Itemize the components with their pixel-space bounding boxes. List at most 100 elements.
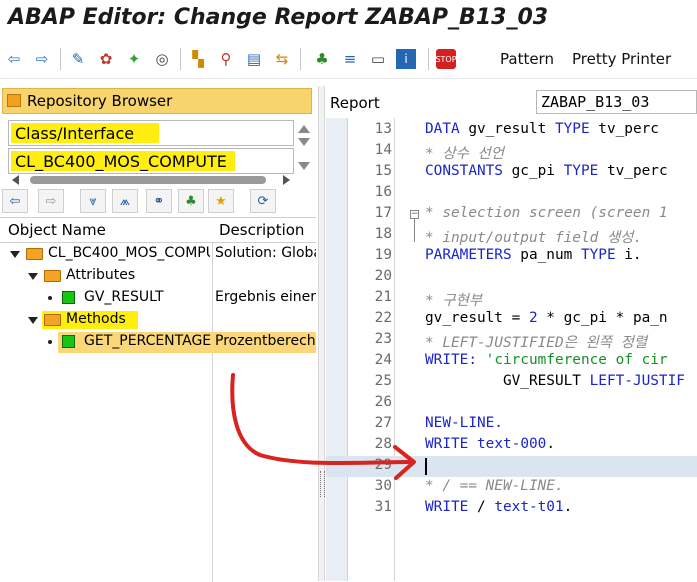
expand-toggle-icon[interactable] (28, 273, 38, 280)
code-line[interactable]: 24 WRITE: 'circumference of cir (326, 351, 697, 372)
code-text: GV_RESULT LEFT-JUSTIF (425, 373, 685, 389)
scroll-down-icon[interactable] (298, 162, 310, 170)
code-line[interactable]: 30 * / == NEW-LINE. (326, 477, 697, 498)
code-token: GV_RESULT (425, 373, 590, 389)
navigation-window-icon[interactable]: ⇆ (272, 49, 292, 69)
fold-toggle-icon[interactable]: − (410, 210, 419, 219)
tree-row-methods[interactable]: Methods (0, 309, 316, 331)
object-type-value: Class/Interface (15, 124, 135, 143)
insert-statement-icon[interactable]: ≡ (340, 49, 360, 69)
expand-toggle-icon[interactable] (10, 251, 20, 258)
code-token: WRITE (425, 499, 469, 515)
scroll-down-icon[interactable] (298, 138, 310, 146)
splitter-grip[interactable] (320, 471, 325, 497)
binoculars-icon[interactable]: ⚭ (146, 189, 172, 213)
line-number: 18 (374, 226, 392, 242)
report-name-field[interactable]: ZABAP_B13_03 (536, 90, 697, 114)
favorites-icon[interactable]: ★ (208, 189, 234, 213)
breakpoint-icon[interactable]: STOP (435, 49, 457, 69)
panel-splitter[interactable] (318, 86, 325, 581)
combo-scroll[interactable] (296, 122, 312, 178)
scroll-right-icon[interactable] (283, 175, 290, 185)
back-arrow-icon[interactable]: ⇦ (4, 49, 24, 69)
code-token: * LEFT-JUSTIFIED은 왼쪽 정렬 (425, 335, 648, 351)
test-icon[interactable]: ▚ (188, 49, 208, 69)
scroll-left-icon[interactable] (12, 175, 19, 185)
hierarchy-icon[interactable]: ♣ (178, 189, 204, 213)
code-line[interactable]: 26 (326, 393, 697, 414)
code-line[interactable]: 17 * selection screen (screen 1 (326, 204, 697, 225)
code-line[interactable]: 29 (326, 456, 697, 477)
object-list-icon[interactable]: ▤ (244, 49, 264, 69)
code-line[interactable]: 13 DATA gv_result TYPE tv_perc (326, 120, 697, 141)
window-title: ABAP Editor: Change Report ZABAP_B13_03 (8, 5, 549, 30)
help-icon[interactable]: ▭ (368, 49, 388, 69)
code-token: / (468, 499, 495, 515)
code-line[interactable]: 23 * LEFT-JUSTIFIED은 왼쪽 정렬 (326, 330, 697, 351)
code-text: WRITE: 'circumference of cir (425, 352, 668, 368)
line-number: 13 (374, 121, 392, 137)
expand-toggle-icon[interactable] (28, 317, 38, 324)
code-line[interactable]: 25 GV_RESULT LEFT-JUSTIF (326, 372, 697, 393)
code-line[interactable]: 28 WRITE text-000. (326, 435, 697, 456)
code-token: tv_perc (589, 121, 659, 137)
pattern-button[interactable]: Pattern (500, 50, 554, 68)
tree-row-attributes[interactable]: Attributes (0, 265, 316, 287)
object-type-dropdown[interactable]: Class/Interface (8, 120, 294, 146)
previous-object-icon[interactable]: ⇦ (2, 189, 28, 213)
column-header-object-name[interactable]: Object Name (8, 221, 106, 239)
code-text: * 상수 선언 (425, 142, 504, 163)
report-label: Report (330, 94, 380, 112)
object-name-input[interactable]: CL_BC400_MOS_COMPUTE (8, 148, 294, 174)
activate-icon[interactable]: ✦ (124, 49, 144, 69)
bullet (48, 296, 52, 300)
display-change-icon[interactable]: ✿ (96, 49, 116, 69)
info-icon[interactable]: i (396, 49, 416, 69)
code-line[interactable]: 22 gv_result = 2 * gc_pi * pa_n (326, 309, 697, 330)
other-object-icon[interactable]: ✎ (68, 49, 88, 69)
code-line[interactable]: 31 WRITE / text-t01. (326, 498, 697, 519)
forward-arrow-icon[interactable]: ⇨ (32, 49, 52, 69)
code-token: * 구현부 (425, 293, 483, 309)
tree-row-get-percentage[interactable]: GET_PERCENTAGE Prozentberechnung (0, 331, 316, 353)
code-line[interactable]: 15 CONSTANTS gc_pi TYPE tv_perc (326, 162, 697, 183)
code-token: * input/output field 생성. (425, 230, 643, 246)
code-text: CONSTANTS gc_pi TYPE tv_perc (425, 163, 668, 179)
code-text: * selection screen (screen 1 (425, 205, 668, 221)
code-line[interactable]: 18 * input/output field 생성. (326, 225, 697, 246)
refresh-icon[interactable]: ⟳ (250, 189, 276, 213)
line-number: 27 (374, 415, 392, 431)
tree-item-label: Attributes (66, 267, 136, 283)
horizontal-scrollbar[interactable] (8, 174, 294, 186)
repository-browser-header[interactable]: Repository Browser (2, 88, 312, 114)
attribute-icon (62, 291, 75, 304)
code-line[interactable]: 27 NEW-LINE. (326, 414, 697, 435)
next-object-icon[interactable]: ⇨ (38, 189, 64, 213)
line-number: 28 (374, 436, 392, 452)
code-token: text- (477, 436, 521, 452)
tree-row-gv-result[interactable]: GV_RESULT Ergebnis einer (0, 287, 316, 309)
expand-icon[interactable]: ⩕ (112, 189, 138, 213)
scroll-thumb[interactable] (30, 176, 266, 184)
code-line[interactable]: 19 PARAMETERS pa_num TYPE i. (326, 246, 697, 267)
tree-item-description: Prozentberechnung (215, 333, 316, 349)
code-token: TYPE (554, 121, 590, 137)
check-icon[interactable]: ◎ (152, 49, 172, 69)
code-line[interactable]: 16 (326, 183, 697, 204)
tree-row-class[interactable]: CL_BC400_MOS_COMPUTE Solution: Global cl… (0, 243, 316, 265)
code-editor[interactable]: 13 DATA gv_result TYPE tv_perc 14 * 상수 선언 15… (326, 118, 697, 581)
toolbar-separator (428, 48, 429, 70)
hierarchy-icon[interactable]: ♣ (312, 49, 332, 69)
code-text: WRITE text-000. (425, 436, 555, 452)
collapse-icon[interactable]: ⩔ (80, 189, 106, 213)
scroll-up-icon[interactable] (298, 125, 310, 133)
code-line[interactable]: 20 (326, 267, 697, 288)
where-used-icon[interactable]: ⚲ (216, 49, 236, 69)
pretty-printer-button[interactable]: Pretty Printer (572, 50, 671, 68)
repository-browser-label: Repository Browser (27, 92, 173, 110)
code-line[interactable]: 21 * 구현부 (326, 288, 697, 309)
code-token: TYPE (580, 247, 616, 263)
code-line[interactable]: 14 * 상수 선언 (326, 141, 697, 162)
column-header-description[interactable]: Description (219, 221, 304, 239)
